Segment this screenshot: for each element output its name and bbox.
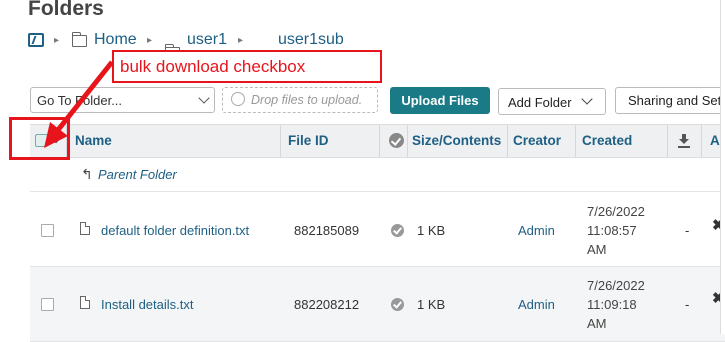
- window-edge: [720, 0, 725, 334]
- annotation-arrow: [44, 60, 114, 148]
